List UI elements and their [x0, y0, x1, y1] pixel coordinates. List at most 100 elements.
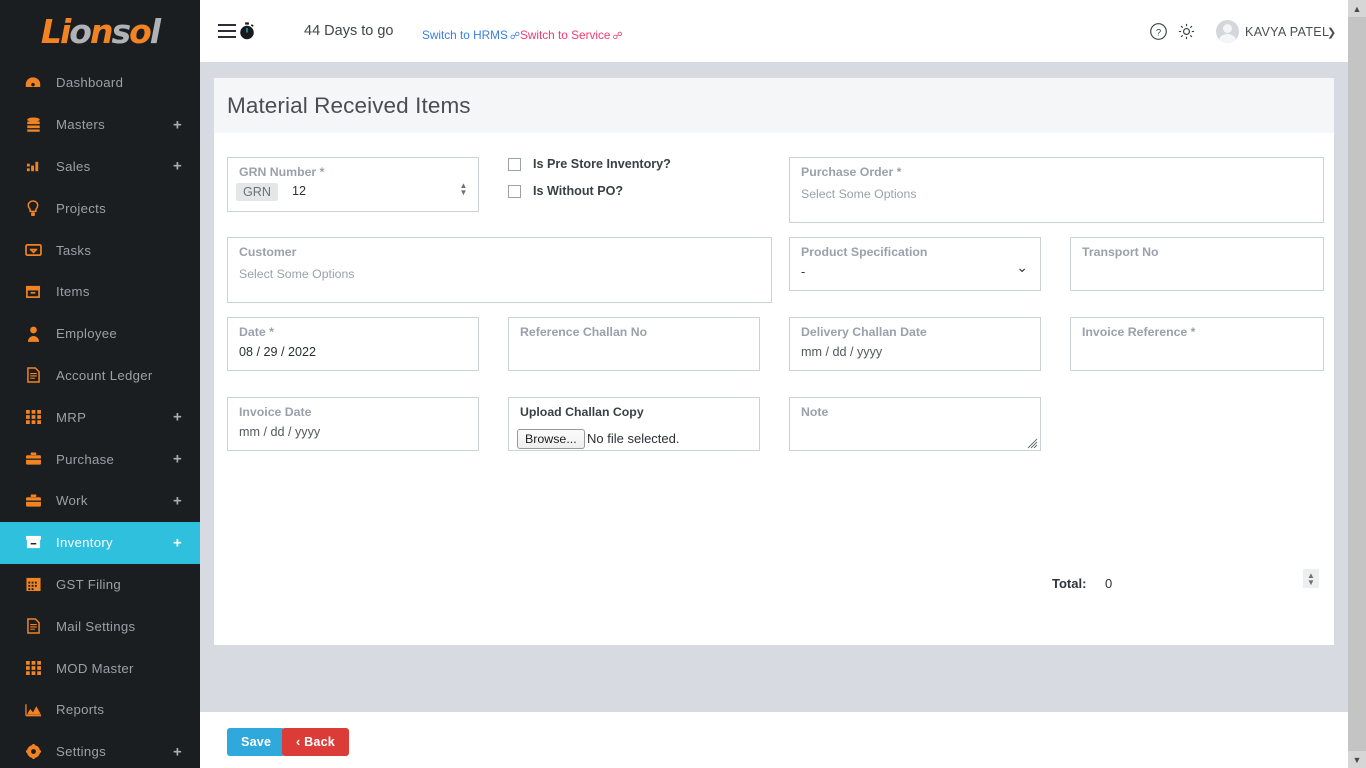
- invoice-reference-label: Invoice Reference *: [1082, 325, 1196, 339]
- sidebar-item-expand-icon[interactable]: +: [173, 159, 182, 174]
- browse-file-button[interactable]: Browse...: [517, 429, 585, 449]
- date-field[interactable]: Date * 08 / 29 / 2022: [227, 317, 479, 371]
- external-link-icon: ☍: [509, 31, 521, 42]
- sidebar-item-account-ledger[interactable]: Account Ledger: [0, 355, 200, 397]
- hamburger-menu-icon[interactable]: [218, 24, 236, 38]
- sidebar-item-label: Purchase: [56, 451, 115, 467]
- date-value: 08 / 29 / 2022: [239, 345, 317, 359]
- resize-grip-icon[interactable]: [1026, 436, 1038, 449]
- grid-icon: [22, 409, 44, 425]
- delivery-challan-date-field[interactable]: Delivery Challan Date mm / dd / yyyy: [789, 317, 1041, 371]
- calendar-icon: [22, 576, 44, 592]
- sidebar-item-purchase[interactable]: Purchase +: [0, 438, 200, 480]
- sidebar-item-dashboard[interactable]: Dashboard: [0, 62, 200, 104]
- sidebar-item-gst-filing[interactable]: GST Filing: [0, 564, 200, 606]
- scroll-down-arrow[interactable]: ▼: [1348, 751, 1366, 768]
- logo-text: Lionsol: [40, 11, 161, 51]
- bar-chart-icon: [22, 158, 44, 174]
- sidebar-item-label: Dashboard: [56, 75, 124, 91]
- box-icon: [22, 284, 44, 300]
- chevron-down-icon[interactable]: ▼: [1307, 578, 1315, 586]
- switch-to-service-label: Switch to Service: [520, 28, 611, 42]
- scrollbar-thumb[interactable]: [1348, 17, 1366, 751]
- sidebar-item-label: GST Filing: [56, 576, 122, 592]
- help-circle-icon[interactable]: ?: [1149, 22, 1168, 41]
- app-logo[interactable]: Lionsol: [0, 0, 200, 62]
- sidebar-item-expand-icon[interactable]: +: [173, 410, 182, 425]
- total-stepper[interactable]: ▲ ▼: [1303, 569, 1319, 588]
- note-field[interactable]: Note: [789, 397, 1041, 451]
- sidebar-item-expand-icon[interactable]: +: [173, 493, 182, 508]
- sidebar-item-employee[interactable]: Employee: [0, 313, 200, 355]
- product-specification-field[interactable]: Product Specification - ⌄: [789, 237, 1041, 291]
- grn-number-stepper[interactable]: ▲ ▼: [457, 180, 470, 198]
- sidebar-item-mod-master[interactable]: MOD Master: [0, 647, 200, 689]
- date-label: Date *: [239, 325, 274, 339]
- days-to-go-label: 44 Days to go: [304, 23, 394, 39]
- sidebar-item-mail-settings[interactable]: Mail Settings: [0, 605, 200, 647]
- invoice-date-field[interactable]: Invoice Date mm / dd / yyyy: [227, 397, 479, 451]
- back-button[interactable]: ‹ Back: [282, 728, 350, 756]
- sidebar-item-settings[interactable]: Settings +: [0, 731, 200, 768]
- gear-icon[interactable]: [1177, 22, 1196, 41]
- is-pre-store-inventory-label: Is Pre Store Inventory?: [533, 157, 671, 171]
- invoice-reference-field[interactable]: Invoice Reference *: [1070, 317, 1324, 371]
- svg-text:?: ?: [1156, 27, 1161, 38]
- customer-label: Customer: [239, 245, 297, 259]
- is-without-po-checkbox[interactable]: [508, 184, 521, 198]
- sidebar-item-mrp[interactable]: MRP +: [0, 396, 200, 438]
- page-scrollbar[interactable]: ▲ ▼: [1348, 0, 1366, 768]
- grn-prefix-badge: GRN: [236, 183, 278, 201]
- sidebar-item-reports[interactable]: Reports: [0, 689, 200, 731]
- upload-challan-copy-field[interactable]: Upload Challan Copy Browse... No file se…: [508, 397, 760, 451]
- chevron-down-icon[interactable]: ⌄: [1016, 259, 1028, 276]
- sidebar-item-masters[interactable]: Masters +: [0, 104, 200, 146]
- transport-no-field[interactable]: Transport No: [1070, 237, 1324, 291]
- reference-challan-no-field[interactable]: Reference Challan No: [508, 317, 760, 371]
- is-without-po-label: Is Without PO?: [533, 184, 624, 198]
- material-received-items-card: Material Received Items GRN Number * GRN…: [214, 78, 1334, 645]
- scroll-up-arrow[interactable]: ▲: [1348, 0, 1366, 17]
- avatar[interactable]: [1216, 20, 1239, 43]
- sidebar-item-inventory[interactable]: Inventory +: [0, 521, 200, 564]
- sidebar-item-expand-icon[interactable]: +: [173, 744, 182, 759]
- sidebar-item-label: Mail Settings: [56, 618, 136, 634]
- sidebar-item-label: Projects: [56, 200, 107, 216]
- sidebar-item-work[interactable]: Work +: [0, 480, 200, 522]
- chevron-down-icon[interactable]: ❯: [1327, 26, 1336, 39]
- page-title: Material Received Items: [227, 92, 471, 118]
- grn-number-label: GRN Number *: [239, 165, 325, 179]
- chevron-down-icon[interactable]: ▼: [460, 189, 468, 197]
- purchase-order-field[interactable]: Purchase Order * Select Some Options: [789, 157, 1324, 223]
- switch-to-service-link[interactable]: Switch to Service ☍: [520, 28, 623, 42]
- top-header: 44 Days to go Switch to HRMS ☍ Switch to …: [200, 0, 1348, 62]
- sidebar-item-tasks[interactable]: Tasks: [0, 229, 200, 271]
- sidebar-item-items[interactable]: Items: [0, 271, 200, 313]
- user-icon: [22, 326, 44, 342]
- sidebar-item-label: Masters: [56, 117, 105, 133]
- sidebar-item-expand-icon[interactable]: +: [173, 452, 182, 467]
- briefcase-icon: [22, 493, 44, 509]
- sidebar-item-label: Reports: [56, 702, 105, 718]
- is-without-po-row[interactable]: Is Without PO?: [508, 184, 623, 198]
- sidebar-item-projects[interactable]: Projects: [0, 187, 200, 229]
- is-pre-store-inventory-row[interactable]: Is Pre Store Inventory?: [508, 157, 671, 171]
- customer-field[interactable]: Customer Select Some Options: [227, 237, 772, 303]
- upload-challan-copy-label: Upload Challan Copy: [520, 405, 644, 419]
- card-header: Material Received Items: [214, 78, 1334, 133]
- document-icon: [22, 618, 44, 634]
- grn-number-field[interactable]: GRN Number * GRN 12 ▲ ▼: [227, 157, 479, 212]
- sidebar-item-label: MRP: [56, 409, 87, 425]
- external-link-icon: ☍: [612, 31, 623, 42]
- sidebar-item-label: Items: [56, 284, 90, 300]
- back-chevron-icon: ‹: [296, 735, 301, 749]
- sidebar-item-label: Sales: [56, 158, 91, 174]
- save-button[interactable]: Save: [227, 728, 286, 756]
- user-name-label[interactable]: KAVYA PATEL: [1245, 25, 1329, 39]
- stopwatch-icon[interactable]: [238, 22, 256, 40]
- sidebar-item-sales[interactable]: Sales +: [0, 146, 200, 188]
- switch-to-hrms-link[interactable]: Switch to HRMS ☍: [422, 28, 520, 42]
- is-pre-store-inventory-checkbox[interactable]: [508, 157, 521, 171]
- sidebar-item-expand-icon[interactable]: +: [173, 117, 182, 132]
- sidebar-item-expand-icon[interactable]: +: [173, 535, 182, 550]
